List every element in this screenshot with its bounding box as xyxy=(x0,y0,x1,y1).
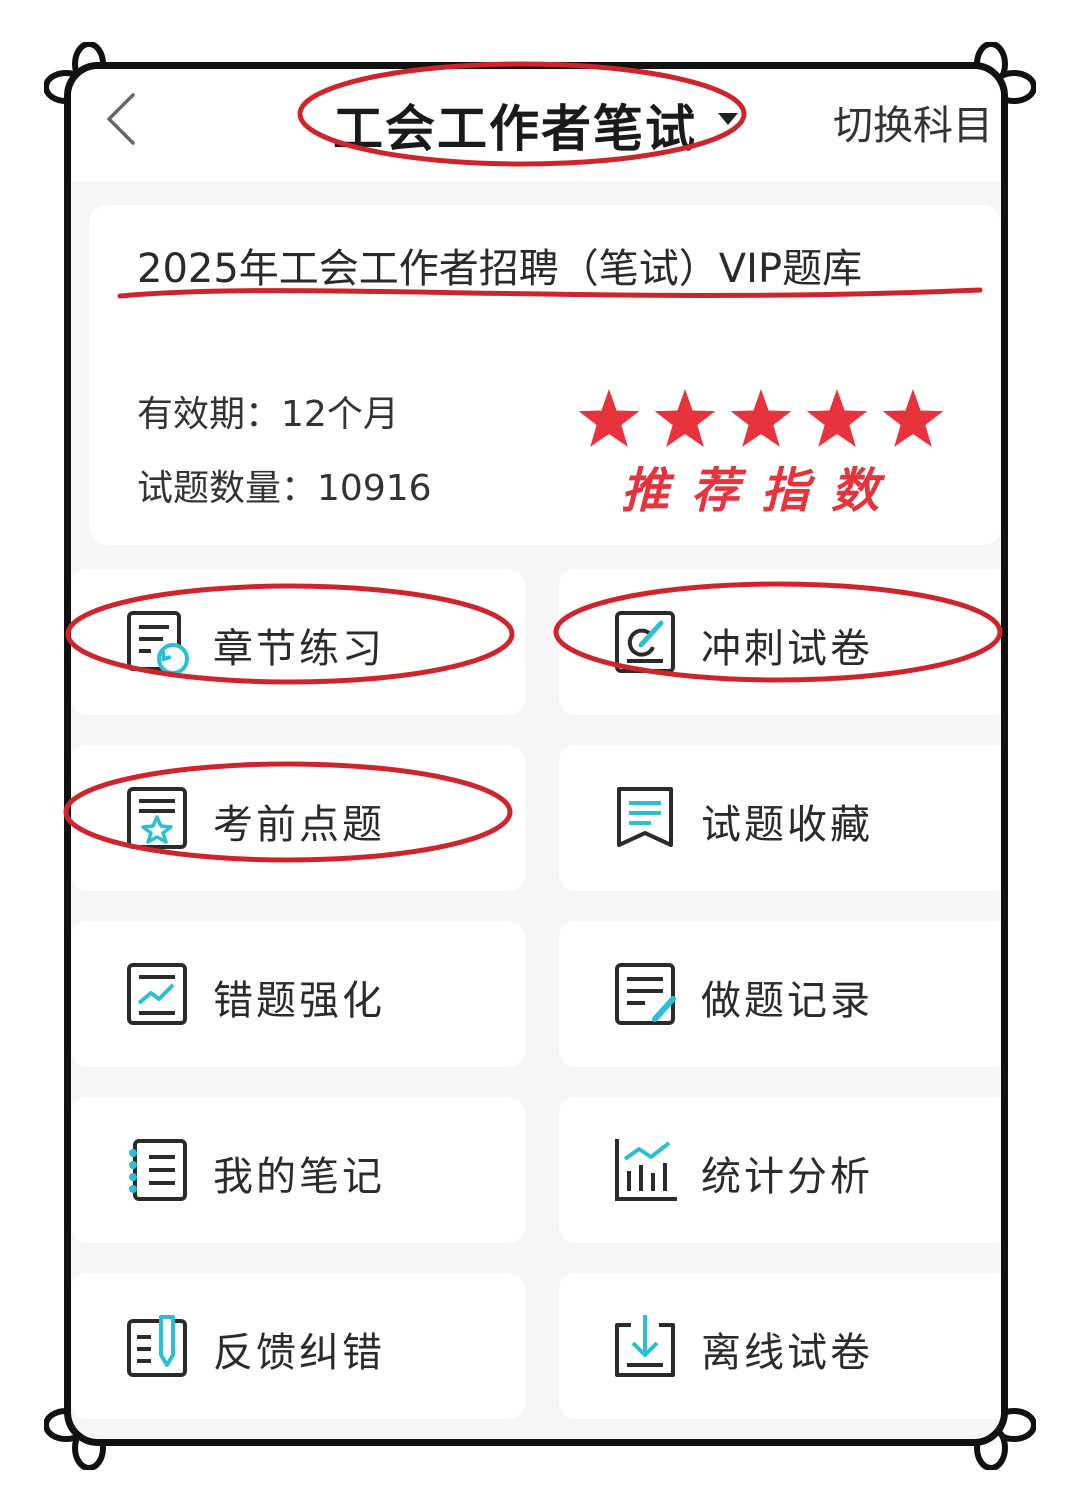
statistics-icon xyxy=(615,1139,677,1201)
wrong-answers-icon xyxy=(127,963,187,1025)
menu-tile-bookmarks[interactable]: 试题收藏 xyxy=(559,745,1001,891)
question-count-label: 试题数量： xyxy=(137,468,318,509)
practice-record-icon xyxy=(615,963,676,1025)
menu-tile-offline-papers[interactable]: 离线试卷 xyxy=(559,1273,1001,1419)
top-bar: 工会工作者笔试 切换科目 xyxy=(71,69,1001,181)
feedback-icon xyxy=(127,1315,187,1377)
menu-tile-label: 反馈纠错 xyxy=(213,1330,385,1376)
menu-tile-label: 试题收藏 xyxy=(701,802,873,848)
package-info-card: 2025年工会工作者招聘（笔试）VIP题库 有效期：12个月 试题数量：1091… xyxy=(89,205,1001,545)
subject-selector[interactable]: 工会工作者笔试 xyxy=(333,89,753,158)
chevron-left-icon xyxy=(107,93,135,145)
notes-icon xyxy=(129,1139,187,1201)
menu-tile-sprint-paper[interactable]: 冲刺试卷 xyxy=(559,569,1001,715)
package-title: 2025年工会工作者招聘（笔试）VIP题库 xyxy=(137,246,863,292)
caret-down-icon[interactable] xyxy=(716,109,740,129)
menu-tile-label: 章节练习 xyxy=(213,626,385,672)
back-button[interactable] xyxy=(95,89,145,149)
validity-row: 有效期：12个月 xyxy=(137,385,399,437)
menu-tile-label: 离线试卷 xyxy=(701,1330,873,1376)
validity-label: 有效期： xyxy=(137,394,282,435)
menu-tile-label: 错题强化 xyxy=(213,978,385,1024)
menu-tile-label: 考前点题 xyxy=(213,802,385,848)
menu-tile-notes[interactable]: 我的笔记 xyxy=(71,1097,525,1243)
menu-tile-wrong-answers[interactable]: 错题强化 xyxy=(71,921,525,1067)
validity-value: 12个月 xyxy=(281,394,399,435)
download-icon xyxy=(615,1315,675,1377)
question-count-row: 试题数量：10916 xyxy=(137,459,432,511)
menu-tile-pre-exam-tips[interactable]: 考前点题 xyxy=(71,745,525,891)
menu-tile-practice-record[interactable]: 做题记录 xyxy=(559,921,1001,1067)
switch-subject-button[interactable]: 切换科目 xyxy=(833,93,993,151)
pre-exam-tips-icon xyxy=(127,787,187,849)
menu-tile-chapter-practice[interactable]: 章节练习 xyxy=(71,569,525,715)
star-icon xyxy=(882,389,944,447)
question-count-value: 10916 xyxy=(317,468,432,509)
menu-tile-label: 统计分析 xyxy=(701,1154,873,1200)
sprint-paper-icon xyxy=(615,611,675,673)
menu-tile-feedback[interactable]: 反馈纠错 xyxy=(71,1273,525,1419)
page-title: 工会工作者笔试 xyxy=(333,100,697,158)
rating-stars xyxy=(578,389,944,447)
star-icon xyxy=(654,389,716,447)
recommend-label: 推荐指数 xyxy=(621,463,902,519)
chapter-practice-icon xyxy=(127,611,189,675)
menu-tile-label: 冲刺试卷 xyxy=(701,626,873,672)
star-icon xyxy=(578,389,640,447)
menu-tile-label: 我的笔记 xyxy=(213,1154,385,1200)
app-screen: 工会工作者笔试 切换科目 2025年工会工作者招聘（笔试）VIP题库 有效期：1… xyxy=(64,62,1008,1446)
bookmark-icon xyxy=(617,787,673,847)
menu-tile-statistics[interactable]: 统计分析 xyxy=(559,1097,1001,1243)
menu-tile-label: 做题记录 xyxy=(701,978,873,1024)
star-icon xyxy=(730,389,792,447)
star-icon xyxy=(806,389,868,447)
